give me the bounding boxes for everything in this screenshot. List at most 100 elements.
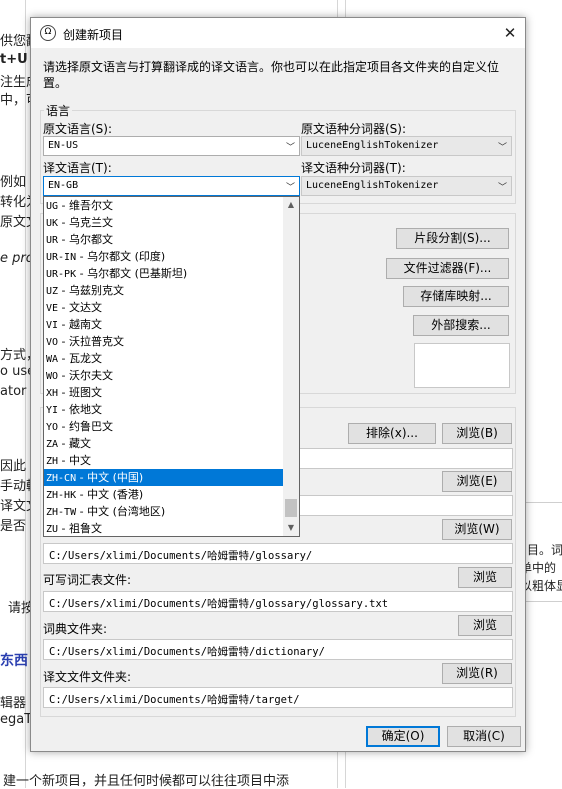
repository-mapping-button[interactable]: 存储库映射... (403, 286, 509, 307)
language-name: - 中文 (中国) (76, 471, 144, 484)
dictionary-folder-label: 词典文件夹: (43, 622, 108, 636)
language-option[interactable]: VE - 文达文 (44, 299, 284, 316)
exclude-button[interactable]: 排除(x)... (348, 423, 436, 444)
browse-target-button[interactable]: 浏览(R) (442, 663, 512, 684)
language-option[interactable]: UZ - 乌兹别克文 (44, 282, 284, 299)
chevron-down-icon: ﹀ (497, 183, 507, 193)
source-language-value: EN-US (48, 140, 79, 151)
language-option[interactable]: WA - 瓦龙文 (44, 350, 284, 367)
glossary-folder-value: C:/Users/xlimi/Documents/哈姆雷特/glossary/ (49, 550, 313, 562)
target-language-combo[interactable]: EN-GB ﹀ (43, 176, 300, 196)
writable-glossary-label: 可写词汇表文件: (43, 573, 132, 587)
language-name: - 约鲁巴文 (58, 420, 114, 433)
source-tokenizer-value: LuceneEnglishTokenizer (306, 140, 439, 151)
language-option[interactable]: WO - 沃尔夫文 (44, 367, 284, 384)
language-code: WA (46, 354, 59, 365)
chevron-down-icon: ﹀ (497, 143, 507, 153)
language-option[interactable]: ZU - 祖鲁文 (44, 520, 284, 536)
scroll-up-icon[interactable]: ▲ (283, 197, 299, 213)
language-option[interactable]: UG - 维吾尔文 (44, 197, 284, 214)
language-option[interactable]: UR-PK - 乌尔都文 (巴基斯坦) (44, 265, 284, 282)
cancel-button[interactable]: 取消(C) (447, 726, 521, 747)
target-tokenizer-combo[interactable]: LuceneEnglishTokenizer ﹀ (301, 176, 512, 196)
language-name: - 乌尔都文 (印度) (76, 250, 166, 263)
browse-glossary-button[interactable]: 浏览(W) (442, 519, 512, 540)
browse-writable-glossary-button[interactable]: 浏览 (458, 567, 512, 588)
language-option[interactable]: YO - 约鲁巴文 (44, 418, 284, 435)
chevron-down-icon: ﹀ (285, 183, 295, 193)
background-text: 辑器 (0, 696, 27, 711)
language-name: - 乌尔都文 (巴基斯坦) (76, 267, 188, 280)
language-code: UK (46, 218, 59, 229)
language-option[interactable]: VI - 越南文 (44, 316, 284, 333)
background-text: egaT (0, 712, 33, 727)
instructions-text: 请选择原文语言与打算翻译成的译文语言。你也可以在此指定项目各文件夹的自定义位置。 (43, 60, 500, 90)
segmentation-button[interactable]: 片段分割(S)... (396, 228, 509, 249)
language-option[interactable]: ZH-TW - 中文 (台湾地区) (44, 503, 284, 520)
language-code: UR-PK (46, 269, 77, 280)
target-folder-value: C:/Users/xlimi/Documents/哈姆雷特/target/ (49, 694, 300, 706)
language-code: UR (46, 235, 59, 246)
language-name: - 沃拉普克文 (58, 335, 125, 348)
language-code: ZH-HK (46, 490, 77, 501)
language-code: ZA (46, 439, 59, 450)
browse-dictionary-button[interactable]: 浏览 (458, 615, 512, 636)
language-option[interactable]: UR - 乌尔都文 (44, 231, 284, 248)
language-code: VE (46, 303, 59, 314)
writable-glossary-field[interactable]: C:/Users/xlimi/Documents/哈姆雷特/glossary/g… (43, 591, 513, 612)
language-option[interactable]: VO - 沃拉普克文 (44, 333, 284, 350)
file-filters-button[interactable]: 文件过滤器(F)... (386, 258, 509, 279)
source-language-combo[interactable]: EN-US ﹀ (43, 136, 300, 156)
background-text: 目。词 (527, 543, 562, 557)
browse-tm-button[interactable]: 浏览(E) (442, 471, 512, 492)
language-option[interactable]: ZH-CN - 中文 (中国) (44, 469, 284, 486)
scroll-down-icon[interactable]: ▼ (283, 520, 299, 536)
writable-glossary-value: C:/Users/xlimi/Documents/哈姆雷特/glossary/g… (49, 598, 389, 610)
language-name: - 中文 (台湾地区) (76, 505, 166, 518)
language-name: - 乌尔都文 (58, 233, 114, 246)
language-code: ZU (46, 524, 59, 535)
scrollbar-thumb[interactable] (285, 499, 297, 517)
language-code: YO (46, 422, 59, 433)
language-code: ZH (46, 456, 59, 467)
language-code: UR-IN (46, 252, 77, 263)
target-language-dropdown-list[interactable]: UG - 维吾尔文 UK - 乌克兰文 UR - 乌尔都文 UR-IN - 乌尔都文 … (43, 196, 300, 537)
language-name: - 班图文 (58, 386, 103, 399)
language-option[interactable]: ZA - 藏文 (44, 435, 284, 452)
background-text: 建一个新项目，并且任何时候都可以往往项目中添 (3, 774, 290, 789)
language-option[interactable]: ZH - 中文 (44, 452, 284, 469)
language-code: VI (46, 320, 59, 331)
language-option[interactable]: ZH-HK - 中文 (香港) (44, 486, 284, 503)
background-text: e pro (0, 251, 34, 266)
target-folder-label: 译文文件文件夹: (43, 670, 132, 684)
language-code: WO (46, 371, 59, 382)
close-icon[interactable]: ✕ (495, 18, 525, 48)
dropdown-scrollbar[interactable]: ▲ ▼ (283, 197, 299, 536)
browse-source-button[interactable]: 浏览(B) (442, 423, 512, 444)
target-folder-field[interactable]: C:/Users/xlimi/Documents/哈姆雷特/target/ (43, 687, 513, 708)
ok-button[interactable]: 确定(O) (366, 726, 440, 747)
language-option[interactable]: XH - 班图文 (44, 384, 284, 401)
language-option[interactable]: UR-IN - 乌尔都文 (印度) (44, 248, 284, 265)
language-name: - 中文 (58, 454, 92, 467)
external-search-button[interactable]: 外部搜索... (413, 315, 509, 336)
background-text: t+U (0, 52, 28, 67)
language-name: - 乌兹别克文 (58, 284, 125, 297)
target-tokenizer-label: 译文语种分词器(T): (301, 161, 406, 175)
language-name: - 维吾尔文 (58, 199, 114, 212)
language-option[interactable]: UK - 乌克兰文 (44, 214, 284, 231)
language-option[interactable]: YI - 依地文 (44, 401, 284, 418)
source-tokenizer-combo[interactable]: LuceneEnglishTokenizer ﹀ (301, 136, 512, 156)
background-text: 因此 (0, 459, 27, 474)
glossary-folder-field[interactable]: C:/Users/xlimi/Documents/哈姆雷特/glossary/ (43, 543, 513, 564)
target-tokenizer-value: LuceneEnglishTokenizer (306, 180, 439, 191)
dictionary-folder-value: C:/Users/xlimi/Documents/哈姆雷特/dictionary… (49, 646, 325, 658)
source-tokenizer-label: 原文语种分词器(S): (301, 122, 407, 136)
dictionary-folder-field[interactable]: C:/Users/xlimi/Documents/哈姆雷特/dictionary… (43, 639, 513, 660)
omegat-logo-icon: Ω (40, 25, 56, 41)
options-text-area[interactable] (414, 343, 510, 388)
language-code: ZH-CN (46, 473, 77, 484)
dialog-titlebar[interactable]: Ω 创建新项目 ✕ (31, 18, 525, 48)
language-code: UZ (46, 286, 59, 297)
language-group-label: 语言 (44, 102, 73, 119)
